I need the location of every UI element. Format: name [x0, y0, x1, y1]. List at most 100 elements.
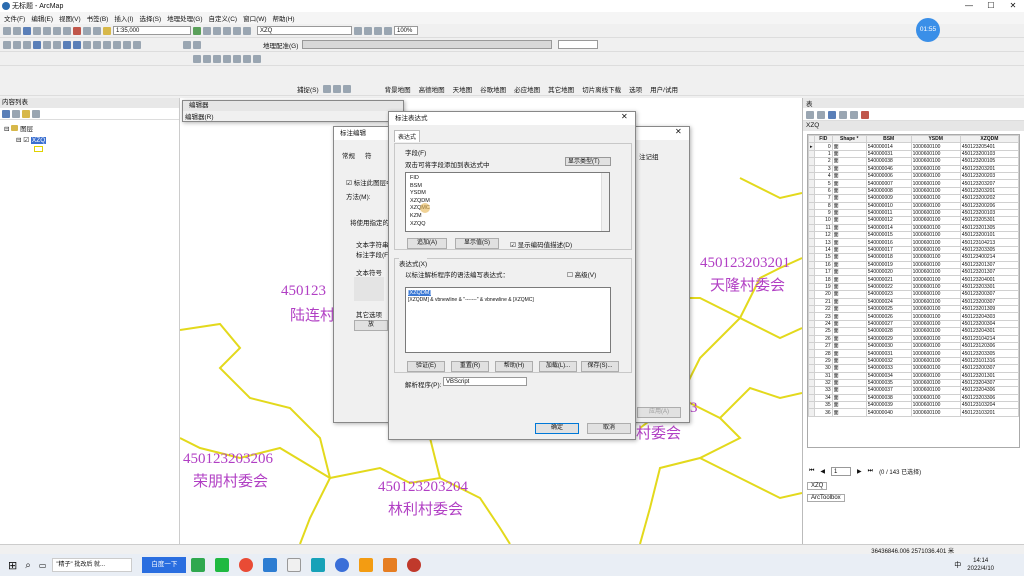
search-icon[interactable] [223, 26, 231, 35]
basemap-menu-item[interactable]: 必应地图 [514, 84, 540, 94]
draw-tool-icon-6[interactable] [243, 54, 251, 63]
identify-icon[interactable] [103, 40, 111, 49]
label-tool-icon-2[interactable] [364, 26, 372, 35]
table-row[interactable]: 8 面 540000010 1000600100 450123200206 [808, 201, 1019, 210]
ime-indicator[interactable]: 中 [954, 560, 961, 570]
table-row[interactable]: 10 面 540000012 1000600100 450123205301 [808, 216, 1019, 225]
draw-tool-icon-5[interactable] [233, 54, 241, 63]
table-row[interactable]: 15 面 540000018 1000600100 450123400214 [808, 253, 1019, 262]
app-icon-2[interactable] [311, 558, 326, 572]
column-header[interactable]: FID [814, 135, 833, 144]
draw-tool-icon[interactable] [193, 54, 201, 63]
delete-selected-icon[interactable] [861, 111, 869, 119]
tab-annotation[interactable]: 注记组 [639, 151, 659, 161]
draw-tool-icon-2[interactable] [203, 54, 211, 63]
tab-expression[interactable]: 表达式 [394, 130, 421, 142]
menu-item[interactable]: 帮助(H) [273, 13, 295, 23]
list-by-selection-icon[interactable] [32, 110, 40, 118]
minimize-button[interactable]: — [958, 0, 980, 12]
field-item[interactable]: KZM [410, 213, 605, 221]
table-options-icon[interactable] [806, 111, 814, 119]
table-row[interactable]: 23 面 540000026 1000600100 450123204303 [808, 312, 1019, 321]
clear-selection-icon[interactable] [850, 111, 858, 119]
close-button[interactable]: ✕ [1002, 0, 1024, 12]
snap-point-icon[interactable] [322, 84, 331, 93]
cut-icon[interactable] [43, 26, 51, 35]
add-data-icon[interactable] [103, 26, 111, 35]
label-tool-icon-4[interactable] [384, 26, 392, 35]
snapping-menu[interactable]: 捕捉(S) [297, 84, 319, 94]
table-row[interactable]: 28 面 540000031 1000600100 450123203305 [808, 349, 1019, 358]
task-view-icon[interactable]: ▭ [39, 561, 47, 570]
table-row[interactable]: 3 面 540000046 1000600100 450123203201 [808, 164, 1019, 173]
layer-select[interactable]: XZQ [257, 26, 352, 35]
table-row[interactable]: 7 面 540000009 1000600100 450123200202 [808, 194, 1019, 203]
table-row[interactable]: 12 面 540000015 1000600100 450123200101 [808, 231, 1019, 240]
zoom-select[interactable]: 100% [394, 26, 418, 35]
show-coded-checkbox[interactable]: ☑ 显示编码值描述(D) [510, 239, 572, 249]
table-row[interactable]: 36 面 540000040 1000600100 450123103201 [808, 408, 1019, 417]
save-button[interactable]: 保存(S)... [581, 361, 619, 372]
full-extent-icon[interactable] [33, 40, 41, 49]
reset-button[interactable]: 重置(R) [451, 361, 489, 372]
table-row[interactable]: 13 面 540000016 1000600100 450123104213 [808, 238, 1019, 247]
redo-icon[interactable] [93, 26, 101, 35]
column-header[interactable]: YSDM [910, 135, 961, 144]
start-icon[interactable]: ⊞ [8, 559, 17, 572]
select-features-icon[interactable] [83, 40, 91, 49]
pan-icon[interactable] [23, 40, 31, 49]
back-icon[interactable] [63, 40, 71, 49]
basemap-menu-item[interactable]: 天地图 [453, 84, 473, 94]
table-row[interactable]: 2 面 540000038 1000600100 450123200105 [808, 157, 1019, 166]
chat-app-icon[interactable] [215, 558, 230, 572]
toc-icon[interactable] [203, 26, 211, 35]
basemap-menu-item[interactable]: 其它地图 [548, 84, 574, 94]
basemap-menu-item[interactable]: 切片离线下载 [582, 84, 621, 94]
layer-properties-close-icon[interactable]: ✕ [675, 127, 682, 136]
table-row[interactable]: 14 面 540000017 1000600100 450123203305 [808, 245, 1019, 255]
taskbar-search-box[interactable]: "精子" 批改后 就... [52, 558, 133, 572]
toc-layers-node[interactable]: ⊟ 图层 [4, 123, 175, 133]
print-icon[interactable] [33, 26, 41, 35]
next-record-button[interactable]: ▶ [857, 468, 862, 475]
table-row[interactable]: 33 面 540000037 1000600100 450123204306 [808, 386, 1019, 395]
find-icon[interactable] [133, 40, 141, 49]
table-row[interactable]: 18 面 540000021 1000600100 450123204001 [808, 275, 1019, 284]
select-by-attributes-icon[interactable] [828, 111, 836, 119]
table-row[interactable]: 32 面 540000035 1000600100 450123204307 [808, 378, 1019, 388]
zoom-in-icon[interactable] [3, 40, 11, 49]
save-icon[interactable] [23, 26, 31, 35]
scale-select[interactable]: 1:35,000 [113, 26, 191, 35]
measure-icon[interactable] [123, 40, 131, 49]
table-row[interactable]: 9 面 540000011 1000600100 450123200103 [808, 208, 1019, 218]
fields-list[interactable]: FIDBSMYSDMXZQDMXZQMCKZMXZQQ [405, 172, 610, 232]
field-item[interactable]: FID [410, 175, 605, 183]
app-icon-6[interactable] [407, 558, 422, 572]
basemap-menu-item[interactable]: 选项 [629, 84, 642, 94]
parser-select[interactable]: VBScript [443, 377, 527, 386]
menu-item[interactable]: 编辑(E) [31, 13, 53, 23]
last-record-button[interactable]: ⏭ [868, 468, 873, 475]
recording-timer-badge[interactable]: 01:55 [916, 18, 940, 42]
append-button[interactable]: 追加(A) [407, 238, 447, 249]
apply-button[interactable]: 应用(A) [637, 407, 681, 418]
table-row[interactable]: 1 面 540000031 1000600100 450123200103 [808, 149, 1019, 159]
fixed-zoom-in-icon[interactable] [43, 40, 51, 49]
basemap-menu-item[interactable]: 用户/试用 [650, 84, 678, 94]
show-values-button[interactable]: 显示值(S) [455, 238, 499, 249]
taskbar-active-app[interactable]: 白度一下 [142, 557, 187, 573]
column-header[interactable]: BSM [865, 135, 912, 144]
editor-toolbar-icon[interactable] [193, 26, 201, 35]
draw-tool-icon-3[interactable] [213, 54, 221, 63]
field-item[interactable]: XZQQ [410, 221, 605, 229]
open-icon[interactable] [13, 26, 21, 35]
label-checkbox[interactable]: ☑ 标注此图层中 [346, 177, 393, 187]
table-row[interactable]: 25 面 540000028 1000600100 450123204301 [808, 327, 1019, 336]
table-row[interactable]: 29 面 540000032 1000600100 450123101316 [808, 356, 1019, 366]
wechat-icon[interactable] [191, 558, 206, 572]
label-tool-icon-3[interactable] [374, 26, 382, 35]
basemap-menu-item[interactable]: 谷歌地图 [480, 84, 506, 94]
draw-tool-icon-7[interactable] [253, 54, 261, 63]
app-icon-5[interactable] [383, 558, 398, 572]
table-grid[interactable]: FID Shape * BSM YSDM XZQDM ▸ 0 面 540000014 100060… [807, 134, 1020, 448]
